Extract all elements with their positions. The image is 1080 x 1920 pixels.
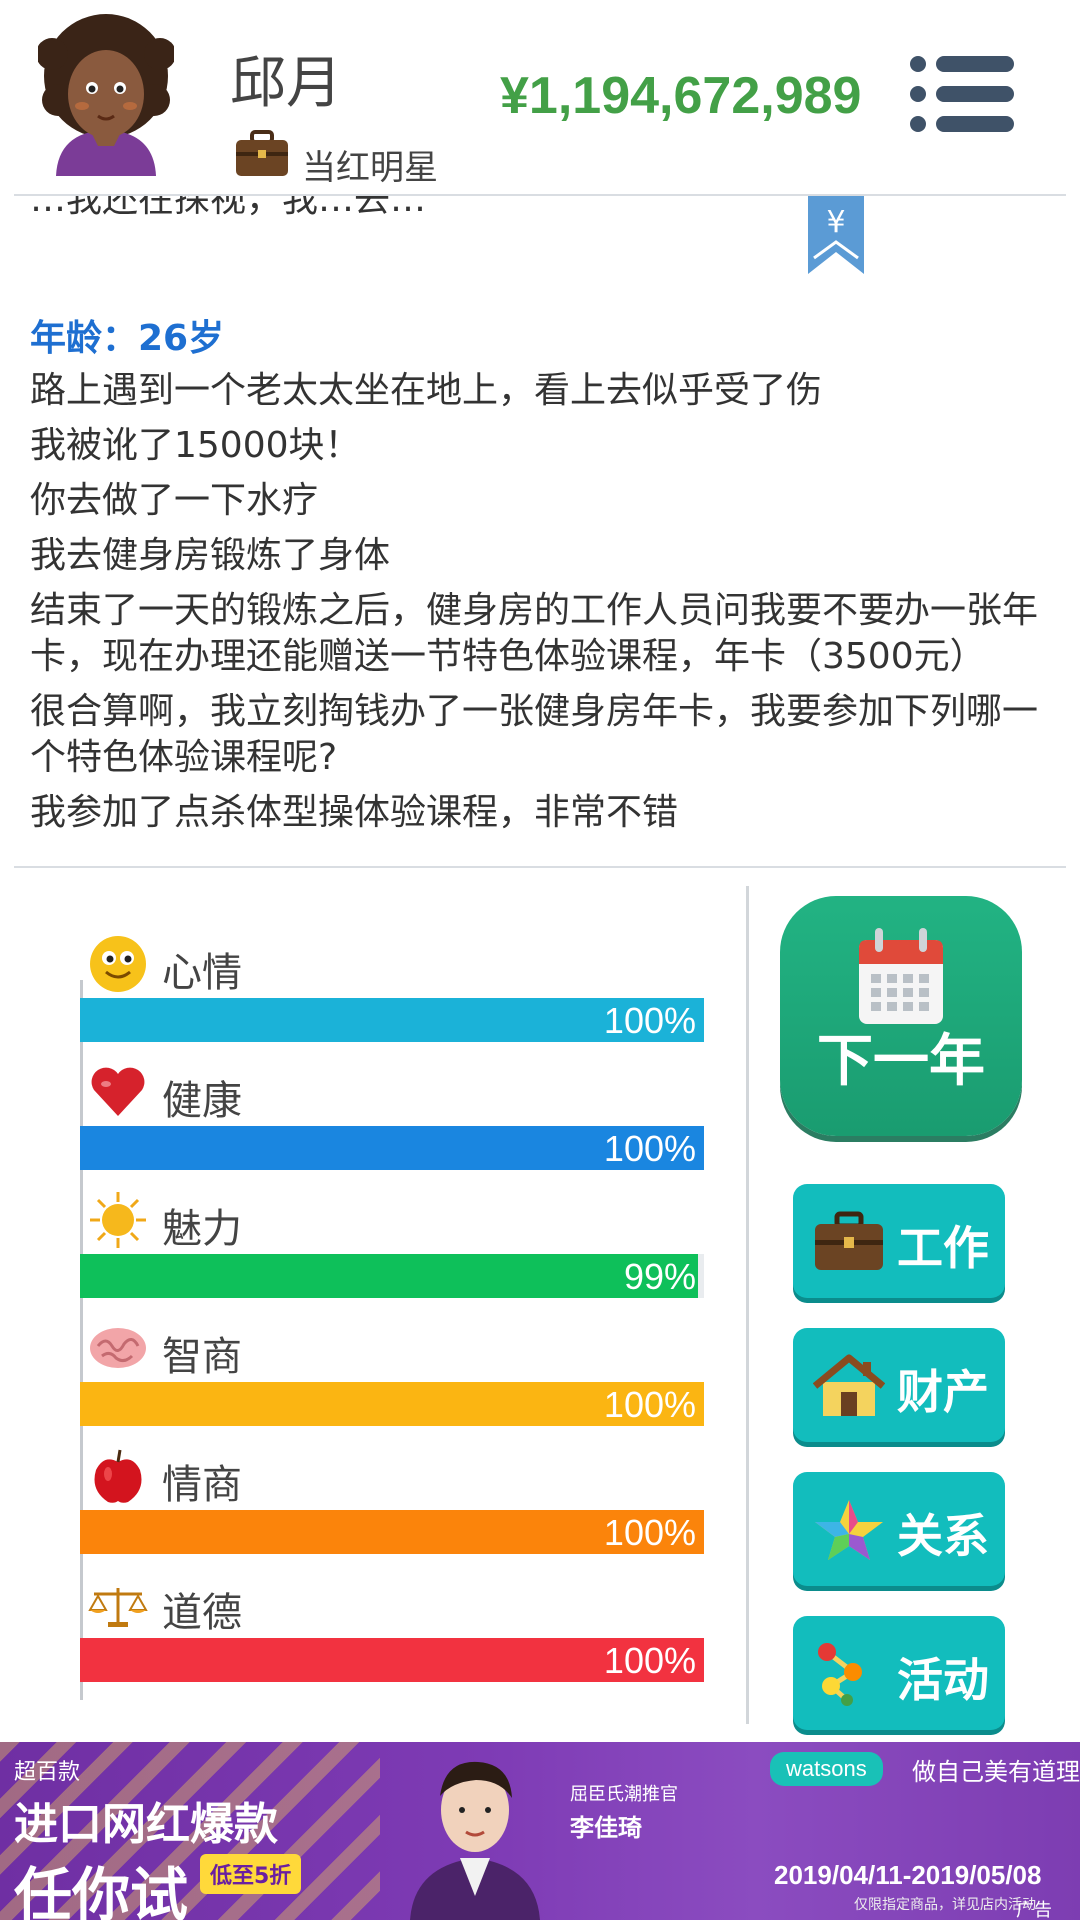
- brain-icon: [90, 1328, 146, 1368]
- house-icon: [813, 1354, 885, 1416]
- stat-health: 健康 100%: [0, 1008, 760, 1170]
- next-year-button[interactable]: 下一年: [780, 896, 1022, 1136]
- relations-button[interactable]: 关系: [793, 1472, 1005, 1586]
- activities-label: 活动: [897, 1653, 989, 1707]
- log-entry: 很合算啊，我立刻掏钱办了一张健身房年卡，我要参加下列哪一个特色体验课程呢?: [30, 691, 1039, 778]
- work-label: 工作: [897, 1221, 989, 1275]
- sun-icon: [90, 1192, 146, 1248]
- log-partial-line: …我还在探视，我…去…: [30, 196, 427, 220]
- top-header: 邱月 当红明星 ¥1,194,672,989: [0, 0, 1080, 196]
- stat-iq: 智商 100%: [0, 1264, 760, 1426]
- log-entry: 我参加了点杀体型操体验课程，非常不错: [30, 792, 679, 833]
- ad-sale-try: 任你试: [14, 1861, 189, 1920]
- relations-label: 关系: [897, 1509, 989, 1563]
- ad-slogan: 做自己美有道理: [912, 1758, 1080, 1786]
- activities-icon: [818, 1643, 862, 1706]
- ad-sale-top: 超百款: [14, 1760, 81, 1785]
- age-label: 年龄：26岁: [30, 318, 225, 359]
- money-balance: ¥1,194,672,989: [500, 67, 862, 125]
- stat-morality: 道德 100%: [0, 1520, 760, 1682]
- ad-label: 广告: [1016, 1900, 1052, 1920]
- stat-label: 情商: [162, 1462, 242, 1508]
- ad-person-image: [410, 1761, 540, 1920]
- log-entry: 我去健身房锻炼了身体: [30, 535, 391, 576]
- stat-label: 道德: [162, 1590, 242, 1636]
- ad-dates: 2019/04/11-2019/05/08: [774, 1860, 1042, 1890]
- ad-celebrity: 李佳琦: [570, 1814, 642, 1842]
- scales-icon: [88, 1588, 148, 1627]
- stat-charm: 魅力 99%: [0, 1136, 760, 1298]
- stat-label: 心情: [162, 950, 242, 996]
- stat-label: 健康: [162, 1078, 242, 1124]
- stat-label: 智商: [162, 1334, 242, 1380]
- assets-label: 财产: [897, 1365, 989, 1419]
- column-divider: [746, 886, 749, 1724]
- menu-icon[interactable]: [910, 56, 1014, 132]
- heart-icon: [91, 1067, 145, 1116]
- star-icon: [815, 1500, 883, 1560]
- stat-bar-track: 100%: [80, 1638, 704, 1682]
- bookmark-yuan-icon[interactable]: ¥: [808, 196, 864, 274]
- log-entry: 你去做了一下水疗: [30, 480, 319, 521]
- svg-text:¥: ¥: [826, 205, 845, 240]
- assets-button[interactable]: 财产: [793, 1328, 1005, 1442]
- stat-mood: 心情 100%: [0, 880, 760, 1042]
- log-divider: [14, 866, 1066, 868]
- activities-button[interactable]: 活动: [793, 1616, 1005, 1730]
- stat-eq: 情商 100%: [0, 1392, 760, 1554]
- log-entry: 路上遇到一个老太太坐在地上，看上去似乎受了伤: [30, 370, 823, 411]
- player-name: 邱月: [230, 51, 342, 116]
- smiley-icon: [90, 936, 146, 992]
- next-year-label: 下一年: [817, 1029, 985, 1094]
- log-body: 年龄：26岁 路上遇到一个老太太坐在地上，看上去似乎受了伤 我被讹了15000块…: [30, 316, 1060, 845]
- ad-brand-logo: watsons: [770, 1752, 883, 1786]
- ad-discount-badge: 低至5折: [200, 1854, 302, 1894]
- log-entry: 我被讹了15000块！: [30, 425, 361, 466]
- stat-label: 魅力: [162, 1206, 242, 1252]
- avatar[interactable]: [38, 14, 174, 176]
- stats-panel: 心情 100% 健康 100% 魅力 99% 智商 100% 情商 100% 道…: [0, 880, 760, 1720]
- ad-recommend: 屈臣氏潮推官: [570, 1784, 678, 1805]
- calendar-icon: [859, 928, 943, 1024]
- work-button[interactable]: 工作: [793, 1184, 1005, 1298]
- life-log[interactable]: …我还在探视，我…去… ¥ 年龄：26岁 路上遇到一个老太太坐在地上，看上去似乎…: [0, 196, 1080, 868]
- ad-fine-print: 仅限指定商品，详见店内活动: [854, 1897, 1036, 1913]
- stat-percent: 100%: [603, 1640, 696, 1681]
- briefcase-icon: [236, 130, 288, 176]
- ad-banner[interactable]: 超百款 进口网红爆款 任你试 低至5折 屈臣氏潮推官 李佳琦 watsons 做…: [0, 1742, 1080, 1920]
- apple-icon: [94, 1449, 142, 1503]
- log-entry: 结束了一天的锻炼之后，健身房的工作人员问我要不要办一张年卡，现在办理还能赠送一节…: [30, 590, 1039, 677]
- job-title: 当红明星: [302, 148, 438, 188]
- ad-sale-main: 进口网红爆款: [14, 1799, 278, 1850]
- briefcase-icon: [815, 1211, 883, 1270]
